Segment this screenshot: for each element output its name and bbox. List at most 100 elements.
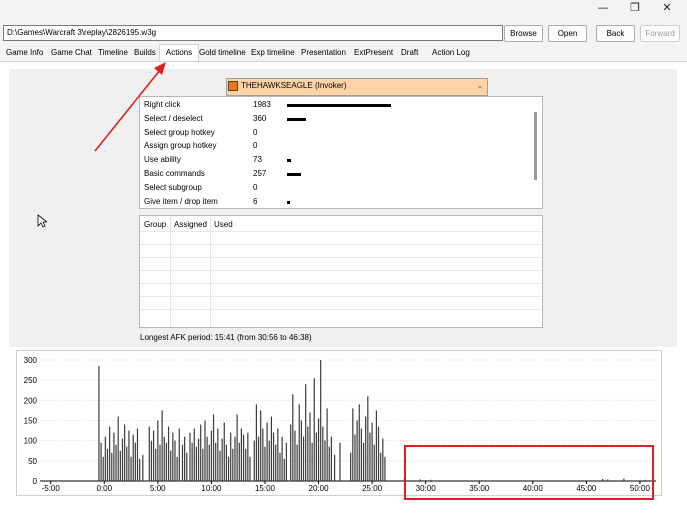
chart-bar [272,432,275,481]
column-header-used[interactable]: Used [214,219,233,231]
chart-bar [324,440,326,481]
tab-bar: Game Info Game Chat Timeline Builds Acti… [0,44,687,62]
column-header-group[interactable]: Group [144,219,166,231]
chart-bar [210,430,213,481]
chart-bar [384,456,386,481]
tab-presentation[interactable]: Presentation [299,46,348,60]
chart-bar [268,440,270,481]
chart-bar [270,416,273,481]
chart-bar [311,442,313,481]
minimize-button[interactable]: — [588,0,618,16]
x-tick-label: 35:00 [469,484,490,493]
browse-button[interactable]: Browse [504,25,543,42]
x-tick-label: 30:00 [416,484,437,493]
forward-button[interactable]: Forward [640,25,680,42]
chart-bar [132,434,134,481]
chart-bar [623,478,625,481]
chart-bar [150,440,153,481]
chevron-down-icon[interactable]: ⌄ [474,79,486,93]
chart-bar [330,436,332,481]
chart-bar [174,440,176,481]
action-stat-value: 1983 [253,100,271,109]
chart-bar [275,444,277,481]
open-button[interactable]: Open [548,25,587,42]
chart-bar [186,452,188,481]
chart-bar [128,430,130,481]
close-button[interactable]: ✕ [652,0,682,16]
chart-bar [283,458,285,481]
chart-bar [221,438,223,481]
chart-bar [339,442,341,481]
chart-bar [380,452,382,481]
y-tick-label: 200 [24,396,38,405]
maximize-button[interactable]: ❐ [620,0,650,16]
action-stat-label: Select / deselect [144,113,203,123]
action-stat-bar [287,159,291,163]
tab-actions[interactable]: Actions [159,44,199,62]
x-tick-label: 15:00 [255,484,276,493]
action-stat-bar [287,200,290,204]
chart-bar [204,420,206,481]
stats-scrollbar[interactable] [534,112,537,180]
tab-action-log[interactable]: Action Log [430,46,472,60]
y-tick-label: 100 [24,437,38,446]
y-tick-label: 0 [33,477,38,486]
chart-bar [200,424,202,481]
chart-bar [302,436,305,481]
x-tick-label: 25:00 [362,484,383,493]
chart-bar [176,456,178,481]
y-tick-label: 250 [24,376,38,385]
chart-bar [292,394,294,481]
tab-exp-timeline[interactable]: Exp timeline [249,46,297,60]
chart-bar [317,418,320,481]
chart-bar [139,458,141,481]
action-stat-label: Right click [144,100,181,109]
x-tick-label: 45:00 [576,484,597,493]
chart-bar [111,452,113,481]
chart-bar [234,436,236,481]
action-stat-value: 257 [253,169,267,178]
chart-bar [305,384,307,481]
chart-bar [644,479,646,481]
afk-period-text: Longest AFK period: 15:41 (from 30:56 to… [140,333,312,342]
back-button[interactable]: Back [596,25,635,42]
chart-bar [225,444,228,481]
tab-extpresent[interactable]: ExtPresent [352,46,395,60]
chart-bar [365,416,367,481]
chart-bar [223,422,225,481]
tab-timeline[interactable]: Timeline [96,46,130,60]
tab-draft[interactable]: Draft [399,46,420,60]
chart-bar [607,479,609,481]
chart-bar [315,432,317,481]
chart-bar [238,442,240,481]
chart-bar [334,454,336,481]
chart-bar [195,446,198,481]
chart-bar [281,436,283,481]
chart-bar [217,428,219,481]
tab-game-info[interactable]: Game Info [4,46,45,60]
chart-bar [117,416,119,481]
chart-bar [170,450,172,481]
chart-bar [104,436,106,481]
tab-game-chat[interactable]: Game Chat [49,46,94,60]
player-select-value: THEHAWKSEAGLE (Invoker) [241,81,347,90]
action-stat-label: Select group hotkey [144,127,215,137]
chart-bar [227,456,230,481]
action-stat-label: Give item / drop item [144,196,218,206]
chart-bar [206,436,208,481]
replay-path-input[interactable] [3,25,503,41]
chart-bar [121,438,124,481]
chart-bar [215,442,217,481]
chart-bar [189,432,191,481]
chart-bar [360,428,362,481]
chart-bar [358,404,360,481]
chart-bar [98,366,100,481]
y-tick-label: 300 [24,356,38,365]
chart-bar [191,442,193,481]
tab-gold-timeline[interactable]: Gold timeline [197,46,248,60]
chart-bar [382,438,384,481]
chart-bar [126,446,128,481]
tab-builds[interactable]: Builds [132,46,158,60]
column-header-assigned[interactable]: Assigned [174,219,207,231]
chart-bar [257,436,260,481]
